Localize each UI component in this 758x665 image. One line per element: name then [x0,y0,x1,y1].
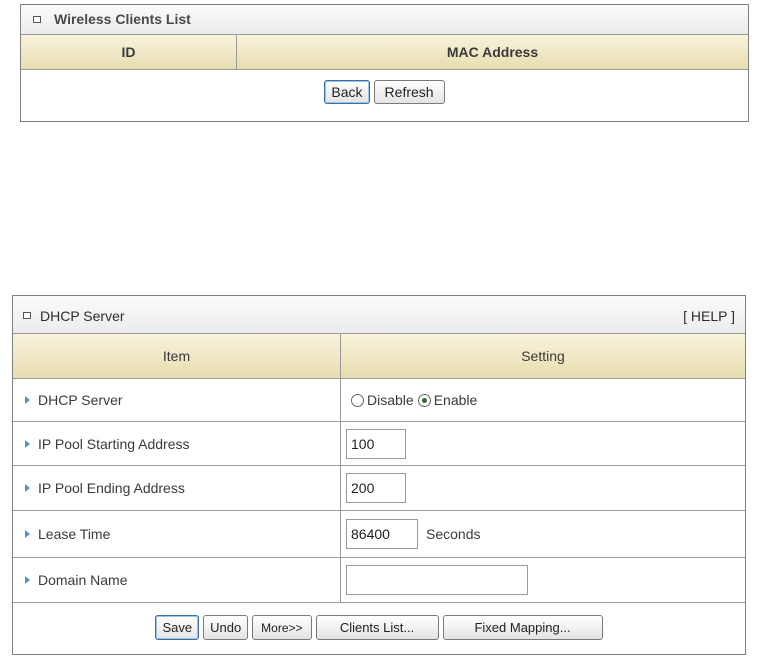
undo-button[interactable]: Undo [203,615,249,640]
refresh-button[interactable]: Refresh [373,80,445,104]
row-label-text: DHCP Server [38,392,123,408]
wireless-clients-titlebar: Wireless Clients List [21,5,748,35]
more-button[interactable]: More>> [252,615,312,640]
domain-name-input[interactable] [346,565,528,595]
ip-pool-start-row: IP Pool Starting Address [13,422,745,466]
dhcp-server-title: DHCP Server [40,308,125,324]
dhcp-server-setting: Disable Enable [341,379,745,421]
triangle-right-icon [25,484,30,492]
wireless-clients-button-row: Back Refresh [21,70,748,121]
row-label-lease-time: Lease Time [13,511,341,557]
column-header-item: Item [13,334,341,378]
row-label-text: Lease Time [38,526,111,542]
wireless-clients-panel: Wireless Clients List ID MAC Address Bac… [20,4,749,122]
lease-time-row: Lease Time Seconds [13,511,745,558]
row-label-domain-name: Domain Name [13,558,341,602]
dhcp-button-row: Save Undo More>> Clients List... Fixed M… [13,603,745,652]
domain-name-row: Domain Name [13,558,745,603]
row-label-text: IP Pool Ending Address [38,480,185,496]
lease-time-setting: Seconds [341,511,745,557]
disable-radio-label: Disable [367,392,414,408]
square-bullet-icon [23,312,31,319]
help-link[interactable]: [ HELP ] [683,308,735,324]
triangle-right-icon [25,530,30,538]
lease-time-input[interactable] [346,519,418,549]
dhcp-server-titlebar: DHCP Server [ HELP ] [13,296,745,334]
square-bullet-icon [33,16,41,23]
row-label-dhcp-server: DHCP Server [13,379,341,421]
back-button[interactable]: Back [324,80,370,104]
enable-radio-label: Enable [433,392,478,408]
wireless-clients-header-row: ID MAC Address [21,35,748,70]
column-header-id: ID [21,35,237,69]
triangle-right-icon [25,576,30,584]
fixed-mapping-button[interactable]: Fixed Mapping... [442,615,603,640]
ip-pool-end-row: IP Pool Ending Address [13,466,745,511]
dhcp-server-header-row: Item Setting [13,334,745,379]
ip-pool-start-input[interactable] [346,428,406,459]
lease-time-unit: Seconds [426,526,481,542]
wireless-clients-title: Wireless Clients List [54,11,191,27]
clients-list-button[interactable]: Clients List... [315,615,439,640]
row-label-ip-pool-end: IP Pool Ending Address [13,466,341,510]
column-header-mac-address: MAC Address [446,44,539,60]
triangle-right-icon [25,439,30,448]
radio-selected-dot [421,397,427,403]
dhcp-server-row: DHCP Server Disable Enable [13,379,745,422]
ip-pool-end-setting [341,466,745,510]
row-label-text: Domain Name [38,572,128,588]
disable-radio[interactable] [351,393,364,407]
enable-radio[interactable] [417,393,431,407]
ip-pool-start-setting [341,422,745,465]
row-label-text: IP Pool Starting Address [38,435,190,452]
triangle-right-icon [25,396,30,404]
ip-pool-end-input[interactable] [346,473,406,503]
save-button[interactable]: Save [155,615,200,640]
domain-name-setting [341,558,745,602]
dhcp-server-panel: DHCP Server [ HELP ] Item Setting DHCP S… [12,295,746,655]
row-label-ip-pool-start: IP Pool Starting Address [13,422,341,465]
column-header-setting: Setting [521,348,565,364]
